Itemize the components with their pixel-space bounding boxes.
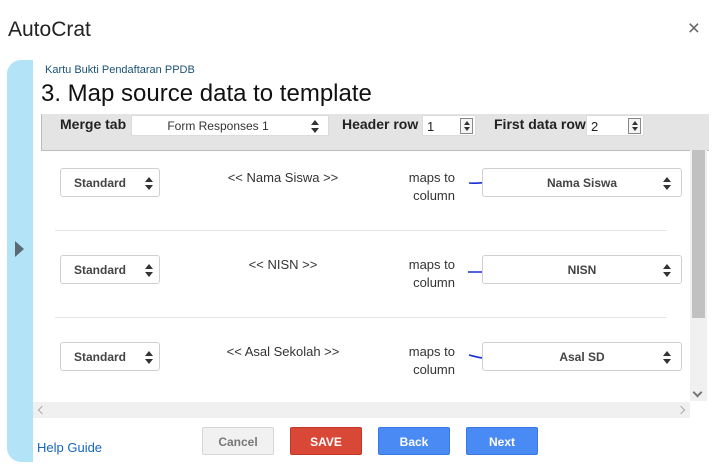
select-arrows-icon: [145, 177, 153, 190]
column-text: column: [413, 275, 455, 290]
header-row-value: 1: [427, 119, 435, 134]
spinner-icon[interactable]: [628, 118, 641, 134]
field-type-select[interactable]: Standard: [60, 255, 160, 284]
field-type-select[interactable]: Standard: [60, 168, 160, 197]
mapping-panel: Merge tab Form Responses 1 Header row 1 …: [33, 114, 709, 419]
field-type-value: Standard: [73, 176, 126, 190]
field-type-value: Standard: [73, 350, 126, 364]
column-text: column: [413, 362, 455, 377]
merge-tab-select[interactable]: Form Responses 1: [131, 115, 329, 136]
mapping-row: Standard << Nama Siswa >> maps to column…: [33, 158, 693, 244]
first-data-row-value: 2: [591, 119, 599, 134]
scroll-right-icon[interactable]: [676, 405, 686, 415]
source-column-select[interactable]: NISN: [482, 255, 682, 284]
field-type-value: Standard: [73, 263, 126, 277]
maps-to-label: maps to column: [395, 343, 455, 379]
select-arrows-icon: [145, 351, 153, 364]
maps-to-text: maps to: [408, 170, 455, 185]
horizontal-scrollbar[interactable]: [33, 402, 690, 418]
merge-settings-bar: Merge tab Form Responses 1 Header row 1 …: [41, 114, 709, 151]
scroll-down-icon[interactable]: [692, 387, 703, 398]
scroll-left-icon[interactable]: [37, 405, 47, 415]
title-bar: AutoCrat ×: [0, 0, 718, 58]
back-button[interactable]: Back: [378, 427, 450, 455]
spinner-icon[interactable]: [460, 118, 473, 134]
merge-tab-label: Merge tab: [60, 116, 127, 132]
field-type-select[interactable]: Standard: [60, 342, 160, 371]
maps-to-text: maps to: [408, 257, 455, 272]
header-row-input[interactable]: 1: [422, 115, 476, 136]
breadcrumb: Kartu Bukti Pendaftaran PPDB: [45, 64, 195, 76]
app-title: AutoCrat: [8, 18, 91, 41]
template-tag: << Asal Sekolah >>: [226, 344, 340, 359]
select-arrows-icon: [663, 264, 671, 277]
chevron-right-icon: [15, 241, 24, 257]
source-column-value: Asal SD: [559, 350, 605, 364]
source-column-value: NISN: [567, 263, 597, 277]
first-data-row-label: First data row: [494, 116, 586, 132]
mapping-row: Standard << NISN >> maps to column NISN: [33, 245, 693, 331]
source-column-value: Nama Siswa: [546, 176, 618, 190]
maps-to-text: maps to: [408, 344, 455, 359]
select-arrows-icon: [145, 264, 153, 277]
source-column-select[interactable]: Asal SD: [482, 342, 682, 371]
help-guide-link[interactable]: Help Guide: [37, 440, 102, 455]
vertical-scrollbar[interactable]: [690, 150, 707, 401]
first-data-row-input[interactable]: 2: [586, 115, 644, 136]
select-arrows-icon: [311, 120, 319, 133]
cancel-button[interactable]: Cancel: [202, 427, 274, 455]
merge-tab-value: Form Responses 1: [167, 119, 269, 133]
side-panel-toggle[interactable]: [7, 60, 33, 462]
source-column-select[interactable]: Nama Siswa: [482, 168, 682, 197]
save-button[interactable]: SAVE: [290, 427, 362, 455]
column-text: column: [413, 188, 455, 203]
maps-to-label: maps to column: [395, 256, 455, 292]
row-divider: [55, 230, 667, 231]
scrollbar-thumb[interactable]: [692, 150, 705, 318]
row-divider: [55, 317, 667, 318]
select-arrows-icon: [663, 351, 671, 364]
page-title: 3. Map source data to template: [41, 80, 372, 107]
header-row-label: Header row: [342, 116, 419, 132]
maps-to-label: maps to column: [395, 169, 455, 205]
template-tag: << Nama Siswa >>: [227, 170, 339, 185]
next-button[interactable]: Next: [466, 427, 538, 455]
template-tag: << NISN >>: [248, 257, 318, 272]
select-arrows-icon: [663, 177, 671, 190]
close-icon[interactable]: ×: [688, 18, 700, 39]
